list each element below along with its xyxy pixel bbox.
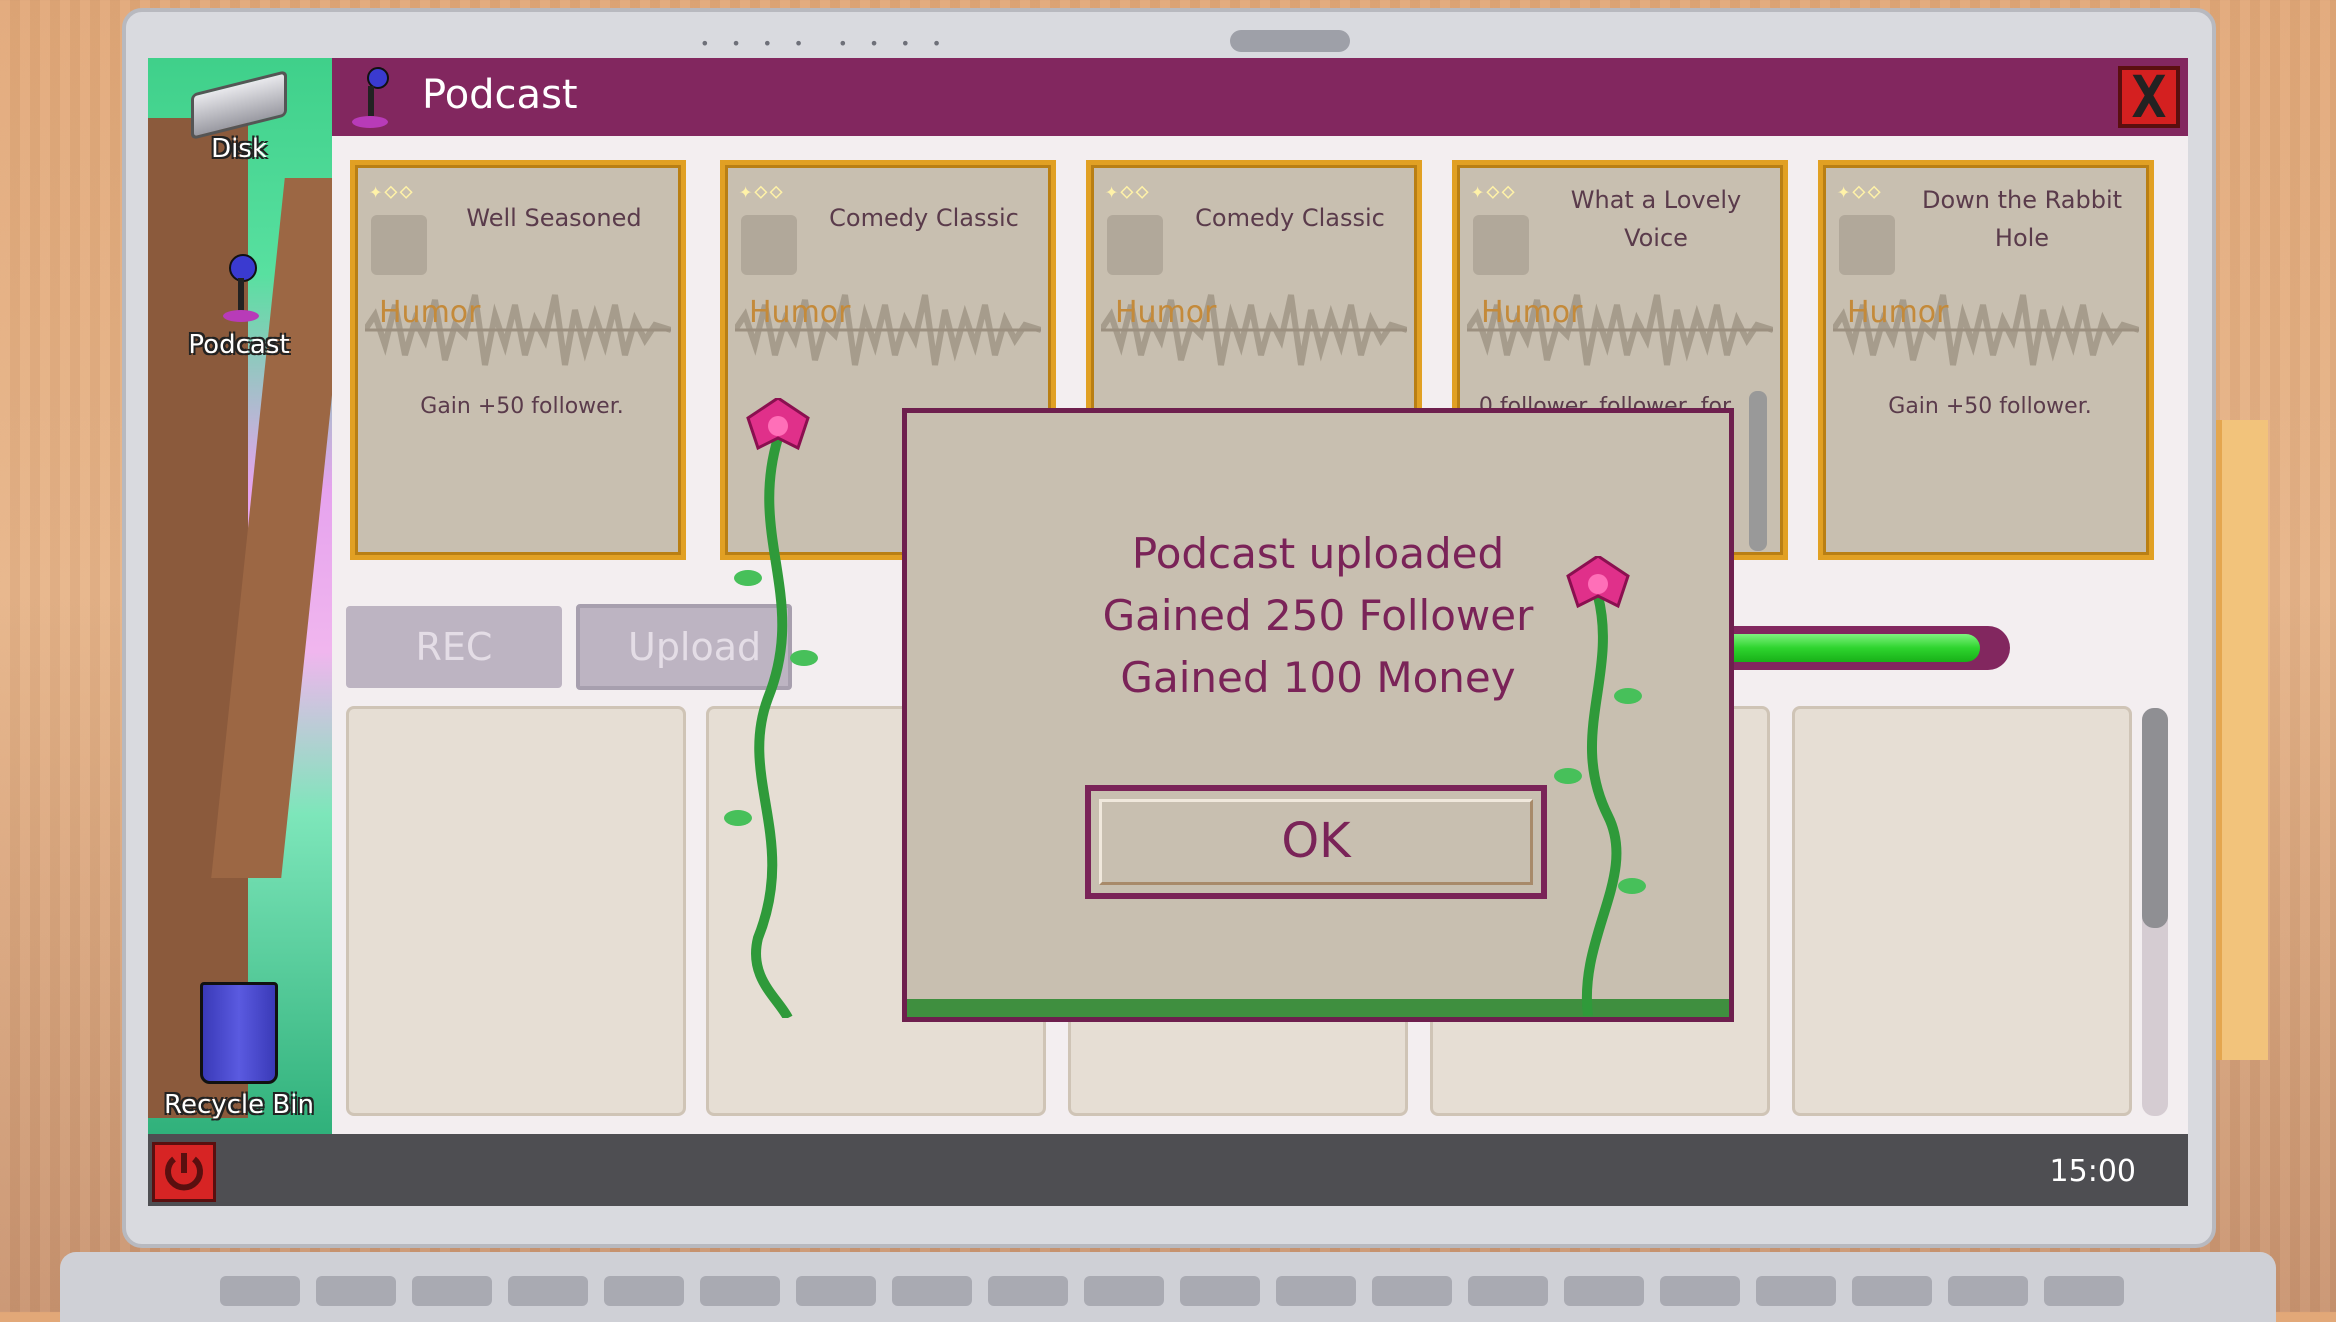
slots-scrollbar[interactable] — [2142, 708, 2168, 1116]
ok-button-label: OK — [1099, 799, 1533, 885]
laptop-screen: Disk Podcast Recycle Bin Podcast X ✦◇◇ W… — [148, 58, 2188, 1206]
waveform-icon — [1467, 294, 1773, 366]
card-category: Humor — [1115, 295, 1217, 330]
taskbar-clock: 15:00 — [2049, 1154, 2136, 1189]
speaker-dots-left: • • • • — [700, 34, 810, 53]
card-category: Humor — [749, 295, 851, 330]
taskbar: 15:00 — [148, 1134, 2188, 1206]
flower-vine-left — [724, 398, 818, 1018]
podcast-slot[interactable] — [346, 706, 686, 1116]
card-title: Well Seasoned — [466, 204, 642, 232]
card-slot — [371, 215, 427, 275]
rec-button[interactable]: REC — [346, 606, 562, 688]
topic-card[interactable]: ✦◇◇ Down the Rabbit Hole Humor Gain +50 … — [1818, 160, 2154, 560]
close-icon: X — [2131, 63, 2167, 131]
card-slot — [1107, 215, 1163, 275]
card-description: Gain +50 follower. — [1888, 394, 2092, 419]
card-slot — [1473, 215, 1529, 275]
card-title: What a Lovely Voice — [1570, 186, 1742, 252]
card-category: Humor — [1847, 295, 1949, 330]
window-title: Podcast — [422, 72, 578, 118]
sparkle-icon: ✦◇◇ — [1105, 179, 1151, 204]
ok-button[interactable]: OK — [1085, 785, 1547, 899]
card-category: Humor — [379, 295, 481, 330]
desktop-icon-label: Recycle Bin — [164, 1090, 314, 1120]
card-scrollbar[interactable] — [1749, 391, 1767, 551]
waveform-icon — [735, 294, 1041, 366]
card-description: Gain +50 follower. — [420, 394, 624, 419]
podcast-slot[interactable] — [1792, 706, 2132, 1116]
sparkle-icon: ✦◇◇ — [739, 179, 785, 204]
microphone-icon — [219, 254, 259, 324]
card-title: Down the Rabbit Hole — [1921, 186, 2123, 252]
topic-card[interactable]: ✦◇◇ Well Seasoned Humor Gain +50 followe… — [350, 160, 686, 560]
card-title: Comedy Classic — [1195, 204, 1385, 232]
desktop-icon-label: Podcast — [188, 330, 290, 360]
webcam — [1230, 30, 1350, 52]
desktop-icon-recycle-bin[interactable]: Recycle Bin — [154, 982, 324, 1120]
desktop-icon-podcast[interactable]: Podcast — [154, 254, 324, 360]
desktop-icon-label: Disk — [211, 134, 267, 164]
sparkle-icon: ✦◇◇ — [369, 179, 415, 204]
power-icon — [165, 1153, 203, 1191]
card-title: Comedy Classic — [829, 204, 1019, 232]
side-device — [2216, 420, 2268, 1060]
power-button[interactable] — [152, 1142, 216, 1202]
speaker-dots-right: • • • • — [838, 34, 948, 53]
desktop-wallpaper — [148, 58, 355, 1138]
waveform-icon — [365, 294, 671, 366]
card-category: Humor — [1481, 295, 1583, 330]
sparkle-icon: ✦◇◇ — [1471, 179, 1517, 204]
card-slot — [741, 215, 797, 275]
card-slot — [1839, 215, 1895, 275]
scrollbar-thumb[interactable] — [2142, 708, 2168, 928]
flower-vine-right — [1554, 556, 1646, 1016]
recycle-bin-icon — [200, 982, 278, 1084]
microphone-icon — [346, 64, 396, 130]
sparkle-icon: ✦◇◇ — [1837, 179, 1883, 204]
close-button[interactable]: X — [2118, 66, 2180, 128]
waveform-icon — [1833, 294, 2139, 366]
window-titlebar[interactable]: Podcast X — [332, 58, 2188, 136]
waveform-icon — [1101, 294, 1407, 366]
desktop-icon-disk[interactable]: Disk — [154, 70, 324, 164]
